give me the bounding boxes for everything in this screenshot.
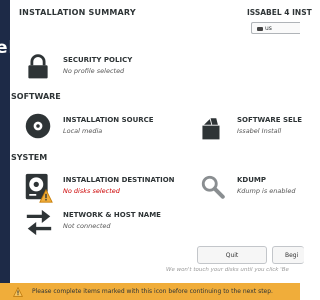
spoke-kdump[interactable]: KDUMP Kdump is enabled (200, 172, 300, 204)
warning-icon (13, 287, 23, 297)
begin-installation-button[interactable]: Begi (272, 246, 304, 264)
spoke-status: Not connected (63, 222, 111, 230)
warning-message: Please complete items marked with this i… (32, 288, 273, 295)
spoke-title: NETWORK & HOST NAME (63, 211, 161, 219)
package-icon (202, 118, 220, 140)
warning-icon (39, 189, 53, 203)
spoke-title: KDUMP (237, 176, 267, 184)
spoke-status: Issabel Install (237, 127, 282, 135)
warning-bar: Please complete items marked with this i… (0, 283, 300, 300)
spoke-installation-source[interactable]: INSTALLATION SOURCE Local media (24, 112, 174, 142)
magnifier-icon (201, 175, 225, 199)
spoke-title: SOFTWARE SELE (237, 116, 303, 124)
section-software: SOFTWARE (11, 92, 61, 101)
spoke-security-policy[interactable]: SECURITY POLICY No profile selected (24, 53, 174, 83)
spoke-network-host-name[interactable]: NETWORK & HOST NAME Not connected (24, 207, 184, 239)
optical-disc-icon (25, 113, 51, 139)
keyboard-layout-label: us (265, 25, 272, 32)
spoke-title: INSTALLATION DESTINATION (63, 176, 175, 184)
disk-hint-text: We won't touch your disks until you clic… (166, 267, 289, 273)
keyboard-layout-selector[interactable]: us (251, 22, 300, 34)
page-title: INSTALLATION SUMMARY (19, 8, 136, 17)
spoke-status: No profile selected (63, 67, 125, 75)
keyboard-icon (257, 26, 263, 31)
lock-icon (28, 54, 48, 79)
spoke-title: SECURITY POLICY (63, 56, 133, 64)
network-arrows-icon (26, 209, 52, 236)
section-system: SYSTEM (11, 153, 48, 162)
spoke-software-selection[interactable]: SOFTWARE SELE Issabel Install (200, 112, 303, 144)
spoke-status: Local media (63, 127, 103, 135)
spoke-installation-destination[interactable]: INSTALLATION DESTINATION No disks select… (24, 172, 184, 204)
product-title: ISSABEL 4 INST (247, 8, 312, 17)
spoke-status: No disks selected (63, 187, 120, 195)
quit-button[interactable]: Quit (197, 246, 267, 264)
sidebar: el (0, 0, 10, 283)
spoke-status: Kdump is enabled (237, 187, 296, 195)
sidebar-brand: el (0, 38, 10, 58)
spoke-title: INSTALLATION SOURCE (63, 116, 154, 124)
